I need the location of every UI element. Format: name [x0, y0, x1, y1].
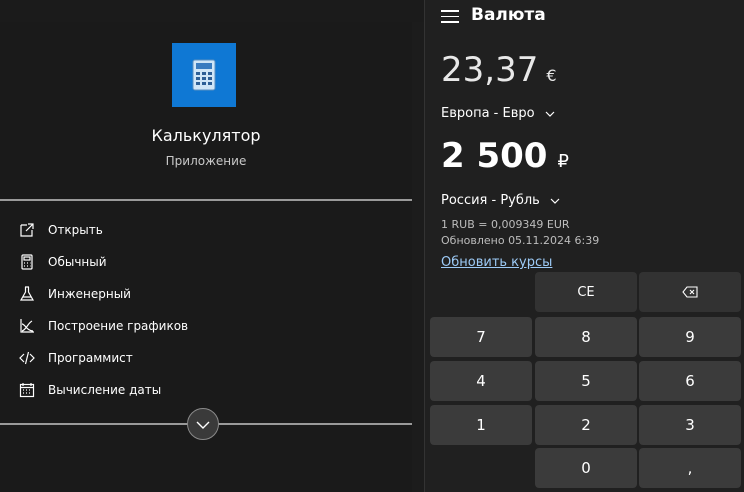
expand-button[interactable]	[187, 408, 219, 440]
menu-item-label: Открыть	[48, 223, 103, 237]
menu-item-label: Построение графиков	[48, 319, 189, 333]
digit-4-button[interactable]: 4	[430, 361, 532, 401]
chevron-down-icon	[545, 111, 555, 117]
code-icon	[18, 349, 36, 367]
digit-7-button[interactable]: 7	[430, 317, 532, 357]
menu-item-programmer[interactable]: Программист	[18, 342, 188, 374]
calendar-icon	[18, 381, 36, 399]
digit-9-button[interactable]: 9	[639, 317, 741, 357]
menu-item-graphing[interactable]: Построение графиков	[18, 310, 188, 342]
digit-3-button[interactable]: 3	[639, 405, 741, 445]
mode-title: Валюта	[471, 5, 546, 25]
to-amount-value: 2 500	[441, 136, 548, 176]
start-menu-panel: Калькулятор Приложение Открыть Обычный И…	[0, 0, 424, 492]
menu-item-label: Программист	[48, 351, 133, 365]
jump-list: Открыть Обычный Инженерный Построение гр…	[18, 214, 188, 406]
digit-2-button[interactable]: 2	[535, 405, 637, 445]
to-amount[interactable]: 2 500 ₽	[441, 136, 569, 176]
digit-8-button[interactable]: 8	[535, 317, 637, 357]
to-currency-symbol: ₽	[557, 151, 569, 172]
menu-item-date-calc[interactable]: Вычисление даты	[18, 374, 188, 406]
to-currency-label: Россия - Рубль	[441, 193, 540, 208]
from-currency-select[interactable]: Европа - Евро	[441, 106, 555, 121]
menu-item-scientific[interactable]: Инженерный	[18, 278, 188, 310]
decimal-button[interactable]: ,	[639, 448, 741, 488]
menu-item-label: Вычисление даты	[48, 383, 162, 397]
menu-item-open[interactable]: Открыть	[18, 214, 188, 246]
menu-item-label: Обычный	[48, 255, 107, 269]
divider-top	[0, 199, 412, 201]
calculator-app-icon[interactable]	[172, 43, 236, 107]
backspace-icon	[682, 286, 698, 298]
from-amount-value: 23,37	[441, 50, 539, 90]
menu-item-label: Инженерный	[48, 287, 131, 301]
top-strip	[0, 0, 424, 22]
exchange-rate: 1 RUB = 0,009349 EUR	[441, 218, 570, 231]
updated-timestamp: Обновлено 05.11.2024 6:39	[441, 234, 600, 247]
open-external-icon	[18, 221, 36, 239]
from-currency-symbol: €	[546, 66, 557, 85]
app-name: Калькулятор	[151, 126, 261, 145]
app-type: Приложение	[165, 154, 247, 168]
from-amount[interactable]: 23,37 €	[441, 50, 557, 90]
flask-icon	[18, 285, 36, 303]
update-rates-link[interactable]: Обновить курсы	[441, 255, 552, 270]
calculator-window: Валюта 23,37 € Европа - Евро 2 500 ₽ Росси…	[425, 0, 744, 492]
calculator-icon	[18, 253, 36, 271]
graph-icon	[18, 317, 36, 335]
from-currency-label: Европа - Евро	[441, 106, 535, 121]
digit-5-button[interactable]: 5	[535, 361, 637, 401]
backspace-button[interactable]	[639, 272, 741, 312]
digit-6-button[interactable]: 6	[639, 361, 741, 401]
menu-item-standard[interactable]: Обычный	[18, 246, 188, 278]
digit-0-button[interactable]: 0	[535, 448, 637, 488]
chevron-down-icon	[195, 415, 211, 434]
to-currency-select[interactable]: Россия - Рубль	[441, 193, 560, 208]
hamburger-menu-icon[interactable]	[441, 10, 459, 24]
ce-button[interactable]: CE	[535, 272, 637, 312]
digit-1-button[interactable]: 1	[430, 405, 532, 445]
chevron-down-icon	[550, 198, 560, 204]
